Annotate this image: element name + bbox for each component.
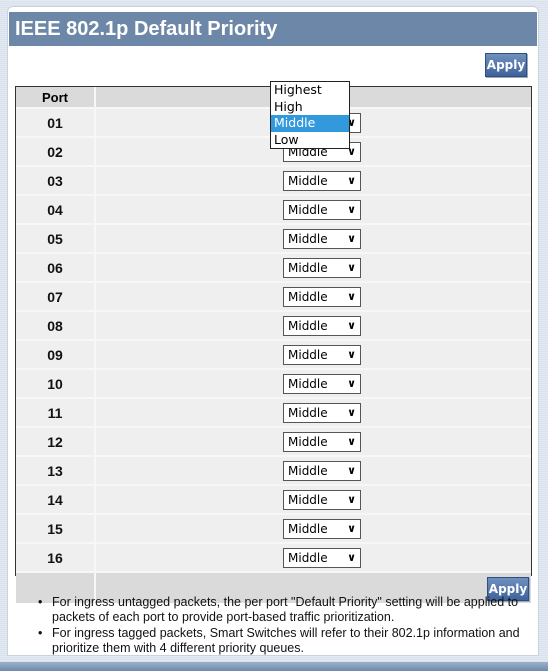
table-row: 04 Middle ∨: [16, 194, 531, 224]
port-number: 16: [16, 542, 96, 572]
dropdown-option-high[interactable]: High: [271, 99, 349, 116]
port-number: 14: [16, 484, 96, 514]
priority-select[interactable]: Middle ∨: [283, 489, 361, 510]
chevron-down-icon: ∨: [347, 492, 356, 506]
priority-select-value: Middle: [288, 463, 328, 478]
apply-button-top[interactable]: Apply: [485, 53, 527, 77]
priority-table: Port 01 Middle ∨ 02 Middle ∨ 03 Middle ∨ 04 Middle…: [15, 86, 532, 603]
priority-select-value: Middle: [288, 550, 328, 565]
port-number: 03: [16, 165, 96, 195]
priority-select-value: Middle: [288, 521, 328, 536]
priority-select-value: Middle: [288, 173, 328, 188]
table-row: 03 Middle ∨: [16, 165, 531, 195]
bottom-bar: [0, 662, 548, 671]
chevron-down-icon: ∨: [347, 289, 356, 303]
priority-select-value: Middle: [288, 405, 328, 420]
chevron-down-icon: ∨: [347, 202, 356, 216]
chevron-down-icon: ∨: [347, 463, 356, 477]
table-row: 09 Middle ∨: [16, 339, 531, 369]
bullet-icon: •: [38, 595, 43, 609]
table-row: 05 Middle ∨: [16, 223, 531, 253]
chevron-down-icon: ∨: [347, 173, 356, 187]
notes-list: • For ingress untagged packets, the per p…: [38, 595, 528, 657]
chevron-down-icon: ∨: [347, 231, 356, 245]
priority-dropdown-list[interactable]: Highest High Middle Low: [270, 81, 350, 149]
table-row: 11 Middle ∨: [16, 397, 531, 427]
chevron-down-icon: ∨: [347, 405, 356, 419]
port-number: 06: [16, 252, 96, 282]
note-item: • For ingress untagged packets, the per p…: [38, 595, 519, 624]
priority-select-value: Middle: [288, 289, 328, 304]
priority-select[interactable]: Middle ∨: [283, 460, 361, 481]
port-number: 11: [16, 397, 96, 427]
port-number: 05: [16, 223, 96, 253]
port-number: 02: [16, 136, 96, 166]
priority-select-value: Middle: [288, 434, 328, 449]
table-row: 07 Middle ∨: [16, 281, 531, 311]
priority-select[interactable]: Middle ∨: [283, 431, 361, 452]
dropdown-option-low[interactable]: Low: [271, 132, 349, 149]
priority-select[interactable]: Middle ∨: [283, 228, 361, 249]
table-row: 10 Middle ∨: [16, 368, 531, 398]
chevron-down-icon: ∨: [347, 550, 356, 564]
port-number: 13: [16, 455, 96, 485]
table-row: 06 Middle ∨: [16, 252, 531, 282]
priority-select[interactable]: Middle ∨: [283, 315, 361, 336]
port-number: 07: [16, 281, 96, 311]
priority-select-value: Middle: [288, 376, 328, 391]
priority-select[interactable]: Middle ∨: [283, 547, 361, 568]
bullet-icon: •: [38, 626, 43, 640]
priority-select[interactable]: Middle ∨: [283, 170, 361, 191]
table-row: 14 Middle ∨: [16, 484, 531, 514]
port-number: 04: [16, 194, 96, 224]
port-number: 10: [16, 368, 96, 398]
priority-select[interactable]: Middle ∨: [283, 518, 361, 539]
dropdown-option-middle[interactable]: Middle: [271, 115, 349, 132]
port-header: Port: [16, 87, 96, 108]
priority-select-value: Middle: [288, 260, 328, 275]
page-title: IEEE 802.1p Default Priority: [9, 12, 537, 46]
priority-select-value: Middle: [288, 318, 328, 333]
priority-select[interactable]: Middle ∨: [283, 373, 361, 394]
table-row: 15 Middle ∨: [16, 513, 531, 543]
priority-select[interactable]: Middle ∨: [283, 402, 361, 423]
chevron-down-icon: ∨: [347, 318, 356, 332]
priority-select-value: Middle: [288, 492, 328, 507]
port-number: 08: [16, 310, 96, 340]
chevron-down-icon: ∨: [347, 347, 356, 361]
priority-select-value: Middle: [288, 347, 328, 362]
priority-select[interactable]: Middle ∨: [283, 286, 361, 307]
port-number: 12: [16, 426, 96, 456]
chevron-down-icon: ∨: [347, 376, 356, 390]
table-row: 13 Middle ∨: [16, 455, 531, 485]
priority-select-value: Middle: [288, 231, 328, 246]
priority-select[interactable]: Middle ∨: [283, 257, 361, 278]
priority-select[interactable]: Middle ∨: [283, 199, 361, 220]
dropdown-option-highest[interactable]: Highest: [271, 82, 349, 99]
priority-select[interactable]: Middle ∨: [283, 344, 361, 365]
table-row: 16 Middle ∨: [16, 542, 531, 572]
chevron-down-icon: ∨: [347, 260, 356, 274]
chevron-down-icon: ∨: [347, 521, 356, 535]
table-row: 12 Middle ∨: [16, 426, 531, 456]
chevron-down-icon: ∨: [347, 434, 356, 448]
priority-select-value: Middle: [288, 202, 328, 217]
port-number: 09: [16, 339, 96, 369]
table-row: 08 Middle ∨: [16, 310, 531, 340]
note-item: • For ingress tagged packets, Smart Switc…: [38, 626, 520, 655]
port-number: 01: [16, 107, 96, 137]
port-number: 15: [16, 513, 96, 543]
